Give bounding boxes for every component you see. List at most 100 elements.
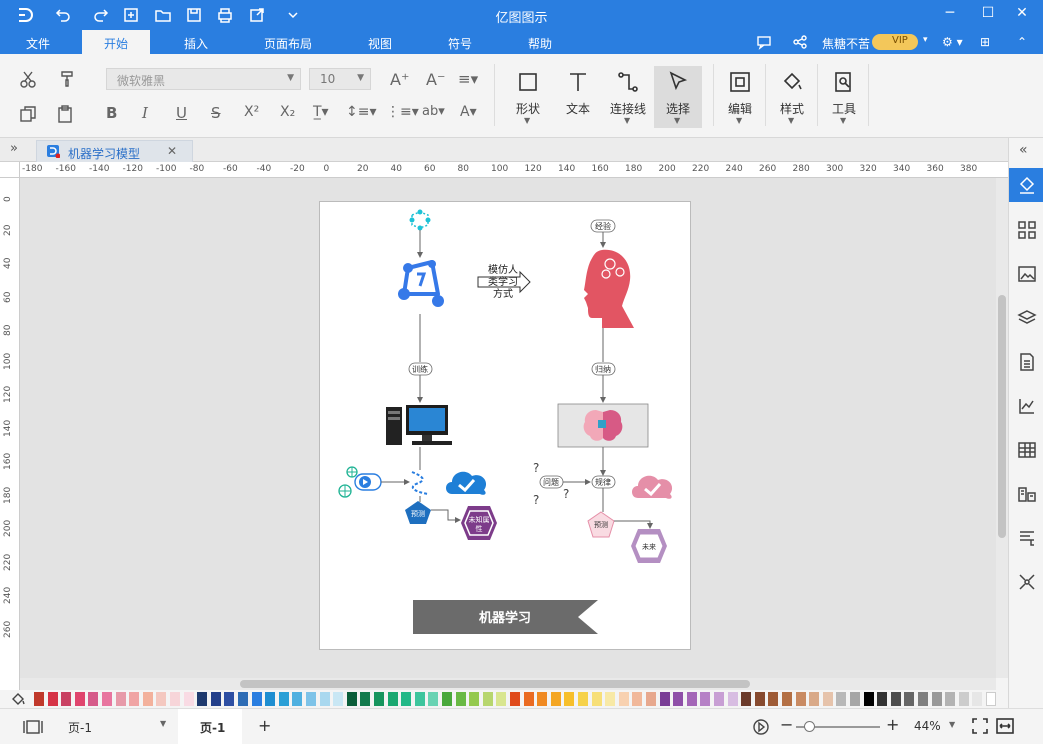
induce-node[interactable]: 归纳 bbox=[591, 362, 616, 376]
color-swatch[interactable] bbox=[754, 692, 765, 706]
add-page-button[interactable]: + bbox=[258, 716, 271, 735]
fill-color-icon[interactable] bbox=[10, 691, 26, 707]
menu-insert[interactable]: 插入 bbox=[184, 35, 208, 52]
color-swatch[interactable] bbox=[292, 692, 303, 706]
color-swatch[interactable] bbox=[564, 692, 575, 706]
horizontal-scroll-thumb[interactable] bbox=[240, 680, 750, 688]
copy-icon[interactable] bbox=[18, 104, 38, 124]
color-swatch[interactable] bbox=[34, 692, 44, 706]
color-swatch[interactable] bbox=[809, 692, 820, 706]
color-swatch[interactable] bbox=[428, 692, 439, 706]
layers-panel-icon[interactable] bbox=[1017, 308, 1037, 328]
color-swatch[interactable] bbox=[714, 692, 724, 706]
vertical-scroll-thumb[interactable] bbox=[998, 295, 1006, 538]
color-swatch[interactable] bbox=[972, 692, 983, 706]
color-swatch[interactable] bbox=[768, 692, 779, 706]
color-swatch[interactable] bbox=[61, 692, 72, 706]
list-icon[interactable]: ⋮≡▾ bbox=[386, 104, 419, 120]
experience-node[interactable]: 经验 bbox=[590, 219, 616, 233]
zoom-out-button[interactable]: − bbox=[780, 715, 793, 734]
color-swatch[interactable] bbox=[945, 692, 956, 706]
swap-panel-icon[interactable] bbox=[1017, 572, 1037, 592]
color-swatch[interactable] bbox=[782, 692, 792, 706]
close-icon[interactable]: ✕ bbox=[1012, 5, 1032, 21]
diagram-page[interactable]: 模仿人 类学习 方式 经验 训练 归纳 预测 未知属 性 ? ? ? 问题 规律… bbox=[319, 201, 691, 650]
shape-chevron-icon[interactable]: ▼ bbox=[524, 116, 530, 125]
document-tab[interactable]: 机器学习模型 ✕ bbox=[36, 140, 193, 162]
page-panel-icon[interactable] bbox=[1017, 352, 1037, 372]
color-swatch[interactable] bbox=[156, 692, 167, 706]
style-button[interactable]: 样式 bbox=[767, 100, 817, 117]
human-head-icon[interactable] bbox=[584, 249, 634, 328]
color-swatch[interactable] bbox=[401, 692, 412, 706]
select-pointer-icon[interactable] bbox=[666, 70, 690, 94]
underline-icon[interactable]: U bbox=[176, 104, 187, 122]
network-node-icon[interactable] bbox=[409, 209, 431, 231]
table-panel-icon[interactable] bbox=[1017, 440, 1037, 460]
color-swatch[interactable] bbox=[238, 692, 248, 706]
color-swatch[interactable] bbox=[890, 692, 901, 706]
org-panel-icon[interactable] bbox=[1017, 484, 1037, 504]
menu-home[interactable]: 开始 bbox=[82, 30, 151, 54]
zoom-level[interactable]: 44% bbox=[914, 719, 941, 733]
color-swatch[interactable] bbox=[306, 692, 316, 706]
color-swatch[interactable] bbox=[251, 692, 262, 706]
decrease-font-icon[interactable]: A⁻ bbox=[426, 70, 445, 89]
fill-bucket-icon[interactable] bbox=[1017, 175, 1037, 195]
color-swatch[interactable] bbox=[578, 692, 588, 706]
fit-width-icon[interactable] bbox=[996, 718, 1014, 734]
cloud-check-left-icon[interactable] bbox=[446, 471, 487, 495]
format-painter-icon[interactable] bbox=[58, 68, 78, 88]
vertical-scrollbar[interactable] bbox=[996, 178, 1008, 678]
globe-icon[interactable] bbox=[338, 466, 358, 498]
connector-chevron-icon[interactable]: ▼ bbox=[624, 116, 630, 125]
style-bucket-icon[interactable] bbox=[780, 70, 804, 94]
color-swatch[interactable] bbox=[170, 692, 180, 706]
zoom-in-button[interactable]: + bbox=[886, 715, 899, 734]
superscript-icon[interactable]: X² bbox=[244, 104, 259, 120]
color-swatch[interactable] bbox=[224, 692, 235, 706]
color-swatch[interactable] bbox=[510, 692, 520, 706]
problem-node[interactable]: 问题 bbox=[539, 475, 564, 489]
horizontal-scrollbar[interactable] bbox=[20, 678, 996, 690]
paste-icon[interactable] bbox=[56, 104, 76, 124]
color-swatch[interactable] bbox=[918, 692, 928, 706]
page-tab-active[interactable]: 页-1 bbox=[178, 709, 242, 744]
color-swatch[interactable] bbox=[986, 692, 996, 706]
shape-icon[interactable] bbox=[516, 70, 540, 94]
color-swatch[interactable] bbox=[591, 692, 602, 706]
menu-view[interactable]: 视图 bbox=[368, 35, 392, 52]
connector-line[interactable] bbox=[614, 520, 653, 529]
collapse-ribbon-icon[interactable]: ⌃ bbox=[1017, 35, 1027, 49]
edit-button[interactable]: 编辑 bbox=[715, 100, 765, 117]
page-select[interactable]: 页-1 ▼ bbox=[60, 716, 170, 736]
bold-icon[interactable]: B bbox=[106, 104, 117, 122]
minimize-icon[interactable]: ─ bbox=[940, 5, 960, 21]
font-color-icon[interactable]: A▾ bbox=[460, 104, 477, 120]
color-swatch[interactable] bbox=[659, 692, 670, 706]
style-chevron-icon[interactable]: ▼ bbox=[788, 116, 794, 125]
menu-help[interactable]: 帮助 bbox=[528, 35, 552, 52]
connector-icon[interactable] bbox=[616, 70, 640, 94]
chart-panel-icon[interactable] bbox=[1017, 396, 1037, 416]
color-swatch[interactable] bbox=[550, 692, 561, 706]
color-swatch[interactable] bbox=[129, 692, 140, 706]
mimic-arrow-shape[interactable]: 模仿人 类学习 方式 bbox=[477, 263, 531, 300]
color-swatch[interactable] bbox=[836, 692, 847, 706]
brain-box-icon[interactable] bbox=[557, 403, 649, 448]
title-banner[interactable]: 机器学习 bbox=[413, 600, 598, 634]
font-size-select[interactable]: 10 ▼ bbox=[309, 68, 371, 90]
document-tab-close-icon[interactable]: ✕ bbox=[167, 144, 177, 158]
color-swatch[interactable] bbox=[360, 692, 371, 706]
text-button[interactable]: 文本 bbox=[553, 100, 603, 117]
maximize-icon[interactable]: ☐ bbox=[978, 5, 998, 21]
color-swatch[interactable] bbox=[537, 692, 548, 706]
color-swatch[interactable] bbox=[455, 692, 466, 706]
text-style-icon[interactable]: T̲▾ bbox=[313, 104, 329, 120]
color-swatch[interactable] bbox=[414, 692, 425, 706]
color-swatch[interactable] bbox=[442, 692, 452, 706]
color-swatch[interactable] bbox=[727, 692, 738, 706]
text-icon[interactable] bbox=[566, 70, 590, 94]
color-swatch[interactable] bbox=[822, 692, 833, 706]
train-node[interactable]: 训练 bbox=[408, 362, 433, 376]
